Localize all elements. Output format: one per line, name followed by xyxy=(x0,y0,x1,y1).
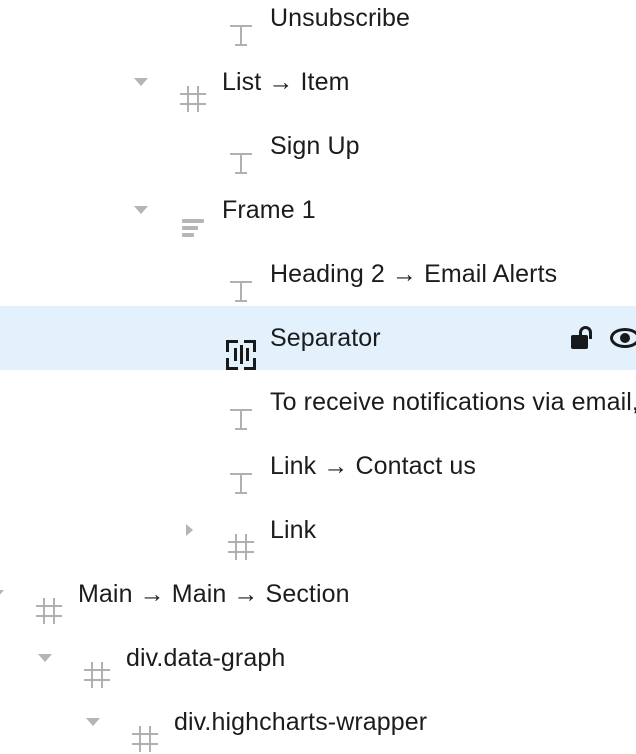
tree-row-label: Sign Up xyxy=(270,132,360,160)
tree-row[interactable]: div.highcharts-wrapper xyxy=(0,690,636,754)
chevron-down-icon[interactable] xyxy=(34,647,56,669)
element-hash-icon xyxy=(178,84,208,114)
tree-row-label: div.highcharts-wrapper xyxy=(174,708,428,736)
tree-row-label: Link → Contact us xyxy=(270,452,476,480)
element-hash-icon xyxy=(226,532,256,562)
text-icon xyxy=(226,468,256,498)
unlock-icon[interactable] xyxy=(570,325,596,351)
tree-row[interactable]: div.data-graph xyxy=(0,626,636,690)
element-hash-icon xyxy=(34,596,64,626)
text-icon xyxy=(226,20,256,50)
tree-row-label: div.data-graph xyxy=(126,644,286,672)
chevron-down-icon[interactable] xyxy=(82,711,104,733)
chevron-down-icon[interactable] xyxy=(130,199,152,221)
frame-icon xyxy=(178,212,208,242)
row-actions[interactable] xyxy=(570,306,636,370)
tree-row-label: List → Item xyxy=(222,68,350,96)
tree-row-label: Unsubscribe xyxy=(270,4,411,32)
separator-icon xyxy=(226,340,256,370)
chevron-right-icon[interactable] xyxy=(178,519,200,541)
element-hash-icon xyxy=(82,660,112,690)
tree-row[interactable]: List → Item xyxy=(0,50,636,114)
tree-row[interactable]: Link xyxy=(0,498,636,562)
chevron-down-icon[interactable] xyxy=(130,71,152,93)
eye-icon[interactable] xyxy=(610,328,636,348)
text-icon xyxy=(226,148,256,178)
tree-row[interactable]: Heading 2 → Email Alerts xyxy=(0,242,636,306)
tree-row[interactable]: Main → Main → Section xyxy=(0,562,636,626)
chevron-down-icon[interactable] xyxy=(0,583,8,605)
tree-row-label: Link xyxy=(270,516,317,544)
tree-row[interactable]: Link → Contact us xyxy=(0,434,636,498)
tree-row-label: Heading 2 → Email Alerts xyxy=(270,260,558,288)
text-icon xyxy=(226,276,256,306)
tree-row-label: To receive notifications via email, .. xyxy=(270,388,636,416)
element-hash-icon xyxy=(130,724,160,754)
tree-row[interactable]: Frame 1 xyxy=(0,178,636,242)
tree-row-label: Separator xyxy=(270,324,381,352)
text-icon xyxy=(226,404,256,434)
tree-row[interactable]: Unsubscribe xyxy=(0,0,636,50)
layers-tree-panel[interactable]: Unsubscribe List → Item Sign Up Frame 1 Head… xyxy=(0,0,636,752)
tree-row[interactable]: To receive notifications via email, .. xyxy=(0,370,636,434)
tree-row-label: Frame 1 xyxy=(222,196,316,224)
tree-row-label: Main → Main → Section xyxy=(78,580,350,608)
tree-row[interactable]: Separator xyxy=(0,306,636,370)
tree-row[interactable]: Sign Up xyxy=(0,114,636,178)
